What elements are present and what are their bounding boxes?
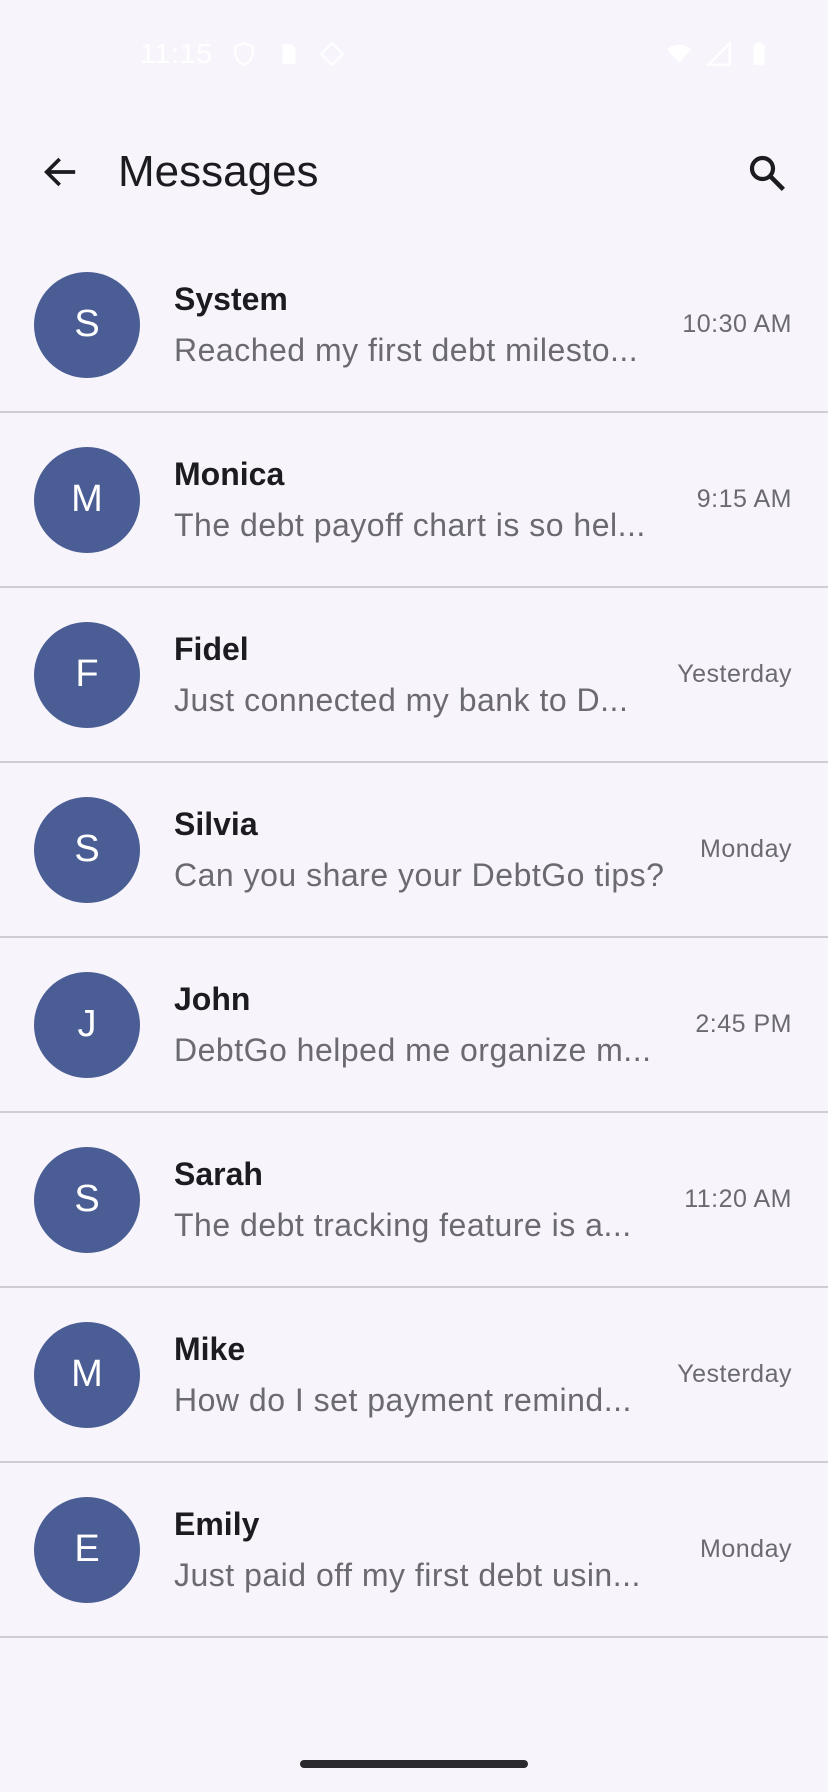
message-preview: Reached my first debt milesto... — [174, 331, 639, 368]
sender-name: System — [174, 280, 288, 317]
avatar: E — [34, 1496, 140, 1603]
message-text: Sarah The debt tracking feature is a... — [174, 1156, 684, 1244]
sender-name: John — [174, 980, 251, 1017]
sim-card-icon — [282, 44, 296, 64]
search-button[interactable] — [734, 140, 798, 204]
message-text: Fidel Just connected my bank to D... — [174, 631, 677, 719]
avatar: J — [34, 971, 140, 1078]
avatar: S — [34, 796, 140, 903]
search-icon — [749, 155, 785, 191]
status-time: 11:15 — [140, 38, 213, 69]
message-row[interactable]: S Silvia Can you share your DebtGo tips?… — [0, 763, 828, 938]
message-row[interactable]: F Fidel Just connected my bank to D... Y… — [0, 588, 828, 763]
message-preview: How do I set payment remind... — [174, 1381, 632, 1418]
message-time: Monday — [700, 835, 792, 863]
location-icon — [319, 41, 345, 67]
message-preview: Just paid off my first debt usin... — [174, 1556, 641, 1593]
message-time: 10:30 AM — [682, 310, 792, 338]
avatar: S — [34, 271, 140, 378]
shield-icon — [234, 42, 254, 67]
cell-signal-icon — [706, 41, 731, 66]
message-time: 2:45 PM — [695, 1010, 792, 1038]
back-button[interactable] — [28, 140, 92, 204]
avatar: M — [34, 1321, 140, 1428]
status-right-icons — [666, 41, 772, 67]
sender-name: Silvia — [174, 805, 258, 842]
message-preview: DebtGo helped me organize m... — [174, 1031, 652, 1068]
message-time: 11:20 AM — [684, 1185, 792, 1213]
sender-name: Sarah — [174, 1155, 263, 1192]
app-bar: Messages — [0, 120, 828, 224]
status-bar: 11:15 — [0, 0, 828, 108]
message-preview: Just connected my bank to D... — [174, 681, 629, 718]
message-preview: Can you share your DebtGo tips? — [174, 856, 665, 893]
message-time: Monday — [700, 1535, 792, 1563]
sender-name: Monica — [174, 455, 285, 492]
sender-name: Fidel — [174, 630, 249, 667]
message-preview: The debt payoff chart is so hel... — [174, 506, 646, 543]
message-preview: The debt tracking feature is a... — [174, 1206, 632, 1243]
message-row[interactable]: S Sarah The debt tracking feature is a..… — [0, 1113, 828, 1288]
message-text: Silvia Can you share your DebtGo tips? — [174, 806, 700, 894]
home-indicator[interactable] — [300, 1760, 528, 1768]
message-time: 9:15 AM — [696, 485, 792, 513]
status-left-icons — [231, 41, 345, 67]
message-row[interactable]: J John DebtGo helped me organize m... 2:… — [0, 938, 828, 1113]
message-row[interactable]: E Emily Just paid off my first debt usin… — [0, 1463, 828, 1638]
message-text: Emily Just paid off my first debt usin..… — [174, 1506, 700, 1594]
sender-name: Emily — [174, 1505, 260, 1542]
message-time: Yesterday — [677, 660, 792, 688]
message-row[interactable]: S System Reached my first debt milesto..… — [0, 238, 828, 413]
sender-name: Mike — [174, 1330, 246, 1367]
message-text: Monica The debt payoff chart is so hel..… — [174, 456, 697, 544]
message-row[interactable]: M Monica The debt payoff chart is so hel… — [0, 413, 828, 588]
avatar: F — [34, 621, 140, 728]
wifi-icon — [667, 44, 691, 63]
arrow-back-icon — [44, 157, 76, 187]
message-text: Mike How do I set payment remind... — [174, 1331, 677, 1419]
avatar: S — [34, 1146, 140, 1253]
page-title: Messages — [118, 147, 319, 196]
message-text: John DebtGo helped me organize m... — [174, 981, 695, 1069]
message-row[interactable]: M Mike How do I set payment remind... Ye… — [0, 1288, 828, 1463]
message-time: Yesterday — [677, 1360, 792, 1388]
message-text: System Reached my first debt milesto... — [174, 281, 682, 369]
message-list: S System Reached my first debt milesto..… — [0, 238, 828, 1638]
avatar: M — [34, 446, 140, 553]
battery-icon — [753, 42, 765, 65]
